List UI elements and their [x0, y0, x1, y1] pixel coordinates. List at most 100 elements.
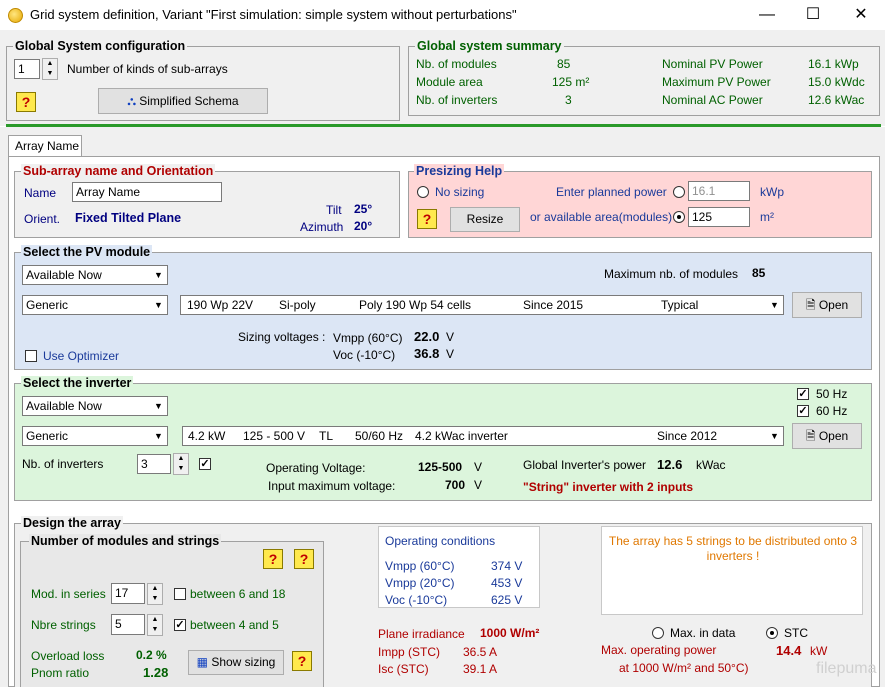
- nb-inverters-spinner[interactable]: ▲ ▼: [173, 453, 189, 475]
- series-spinner[interactable]: ▲ ▼: [147, 583, 163, 605]
- max-pv-value: 15.0 kWdc: [808, 75, 865, 89]
- distribution-message: The array has 5 strings to be distribute…: [608, 534, 858, 563]
- chevron-down-icon: ▼: [154, 401, 163, 411]
- optimizer-checkbox[interactable]: [25, 350, 37, 362]
- vmpp20-value: 453 V: [491, 576, 523, 590]
- op-voltage-unit: V: [474, 460, 483, 474]
- document-icon: 🗎: [805, 298, 816, 312]
- pv-model-select[interactable]: 190 Wp 22V Si-poly Poly 190 Wp 54 cells …: [180, 295, 784, 315]
- vmpp60-label: Vmpp (60°C): [385, 559, 455, 573]
- vmpp-value: 22.0: [414, 329, 440, 344]
- presizing-help-button[interactable]: ?: [417, 209, 437, 229]
- voc-value: 36.8: [414, 346, 440, 361]
- max-op-power-sub: at 1000 W/m² and 50°C): [619, 661, 749, 675]
- orient-label: Orient.: [24, 212, 61, 226]
- summary-title: Global system summary: [415, 39, 564, 53]
- strings-spinner[interactable]: ▲ ▼: [147, 614, 163, 636]
- document-icon: 🗎: [805, 429, 816, 443]
- inverter-filter-select[interactable]: Available Now ▼: [22, 396, 168, 416]
- help-button-3[interactable]: ?: [294, 549, 314, 569]
- hz60-checkbox[interactable]: ✓: [797, 405, 809, 417]
- string-note: "String" inverter with 2 inputs: [523, 480, 694, 494]
- show-sizing-button[interactable]: ▦ Show sizing: [188, 650, 284, 675]
- kinds-input[interactable]: 1: [14, 59, 40, 79]
- vmpp-unit: V: [446, 330, 455, 344]
- watermark: filepuma: [816, 660, 877, 677]
- close-button[interactable]: ✕: [838, 0, 884, 30]
- series-input[interactable]: 17: [111, 583, 145, 604]
- pv-module-title: Select the PV module: [21, 245, 153, 259]
- strings-input[interactable]: 5: [111, 614, 145, 635]
- isc-value: 39.1 A: [463, 662, 498, 676]
- enter-power-label: Enter planned power: [556, 185, 667, 199]
- help-button-4[interactable]: ?: [292, 651, 312, 671]
- voc10-label: Voc (-10°C): [385, 593, 448, 607]
- maximize-button[interactable]: ☐: [790, 0, 836, 30]
- hz60-label: 60 Hz: [816, 404, 848, 418]
- app-icon: [8, 8, 23, 23]
- module-area-label: Module area: [416, 75, 483, 89]
- design-title: Design the array: [21, 516, 123, 530]
- window-title: Grid system definition, Variant "First s…: [30, 7, 517, 22]
- nominal-ac-label: Nominal AC Power: [662, 93, 763, 107]
- tab-array-name[interactable]: Array Name: [8, 135, 82, 157]
- op-voltage-label: Operating Voltage:: [266, 461, 366, 475]
- no-sizing-radio[interactable]: [417, 186, 429, 198]
- pv-open-button[interactable]: 🗎 Open: [792, 292, 862, 318]
- series-checkbox[interactable]: [174, 588, 186, 600]
- area-label: or available area(modules): [530, 210, 673, 224]
- max-modules-value: 85: [752, 266, 766, 280]
- power-input[interactable]: 16.1: [688, 181, 750, 201]
- kinds-spinner[interactable]: ▲ ▼: [42, 58, 58, 80]
- max-in-data-radio[interactable]: [652, 627, 664, 639]
- op-voltage-value: 125-500: [418, 460, 463, 474]
- vmpp-label: Vmpp (60°C): [333, 331, 403, 345]
- area-input[interactable]: 125: [688, 207, 750, 227]
- orient-value[interactable]: Fixed Tilted Plane: [75, 211, 181, 225]
- hz50-checkbox[interactable]: ✓: [797, 388, 809, 400]
- name-input[interactable]: Array Name: [72, 182, 222, 202]
- no-sizing-label: No sizing: [435, 185, 485, 199]
- area-radio[interactable]: [673, 211, 685, 223]
- voc10-value: 625 V: [491, 593, 523, 607]
- minimize-button[interactable]: —: [744, 0, 790, 30]
- hz50-label: 50 Hz: [816, 387, 848, 401]
- area-unit: m²: [760, 210, 774, 224]
- stc-radio[interactable]: [766, 627, 778, 639]
- nominal-pv-label: Nominal PV Power: [662, 57, 763, 71]
- nb-inverters-value: 3: [565, 93, 572, 107]
- pv-manufacturer-select[interactable]: Generic ▼: [22, 295, 168, 315]
- plane-irradiance-value: 1000 W/m²: [480, 626, 540, 640]
- nb-inverters-input[interactable]: 3: [137, 454, 171, 474]
- pnom-label: Pnom ratio: [31, 666, 90, 680]
- input-max-label: Input maximum voltage:: [268, 479, 396, 493]
- name-label: Name: [24, 186, 57, 200]
- inverter-model-select[interactable]: 4.2 kW 125 - 500 V TL 50/60 Hz 4.2 kWac …: [182, 426, 784, 446]
- max-op-power-value: 14.4: [776, 643, 802, 658]
- inverter-manufacturer-select[interactable]: Generic ▼: [22, 426, 168, 446]
- vmpp20-label: Vmpp (20°C): [385, 576, 455, 590]
- simplified-schema-button[interactable]: ⛬ Simplified Schema: [98, 88, 268, 114]
- global-power-unit: kWac: [696, 458, 726, 472]
- sizing-voltages-label: Sizing voltages :: [238, 330, 326, 344]
- nominal-pv-value: 16.1 kWp: [808, 57, 859, 71]
- pv-filter-select[interactable]: Available Now ▼: [22, 265, 168, 285]
- plane-irradiance-label: Plane irradiance: [378, 627, 465, 641]
- input-max-value: 700: [445, 478, 466, 492]
- azimuth-label: Azimuth: [300, 220, 344, 234]
- help-button[interactable]: ?: [16, 92, 36, 112]
- nominal-ac-value: 12.6 kWac: [808, 93, 865, 107]
- voc-unit: V: [446, 347, 455, 361]
- resize-button[interactable]: Resize: [450, 207, 520, 232]
- inverter-open-button[interactable]: 🗎 Open: [792, 423, 862, 449]
- nb-inverters-label-2: Nb. of inverters: [22, 457, 104, 471]
- strings-checkbox[interactable]: ✓: [174, 619, 186, 631]
- power-radio[interactable]: [673, 186, 685, 198]
- presizing-title: Presizing Help: [414, 164, 505, 178]
- chevron-down-icon: ▼: [154, 300, 163, 310]
- global-power-label: Global Inverter's power: [523, 458, 647, 472]
- pnom-value: 1.28: [143, 665, 169, 680]
- help-button-2[interactable]: ?: [263, 549, 283, 569]
- vmpp60-value: 374 V: [491, 559, 523, 573]
- nb-inverters-checkbox[interactable]: ✓: [199, 458, 211, 470]
